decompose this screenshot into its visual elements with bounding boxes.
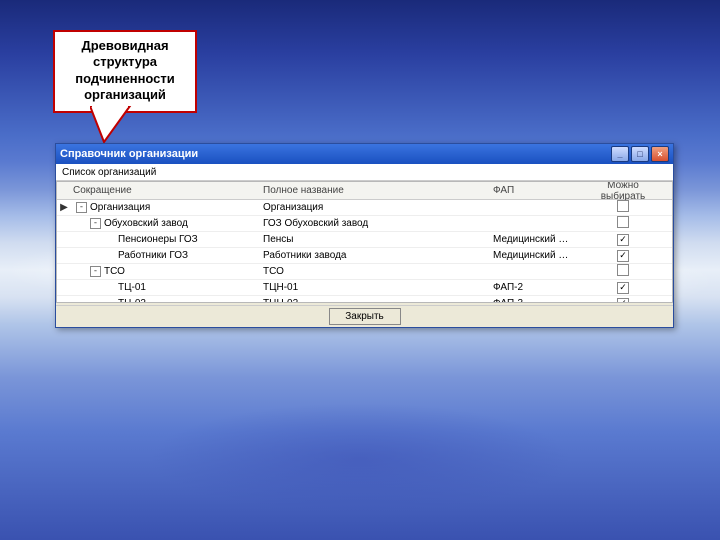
callout-line: организаций [84,87,166,102]
cell-short: ТСО [104,266,125,277]
selectable-checkbox[interactable]: ✓ [617,234,629,246]
cell-fap: Медицинский … [493,250,588,261]
selectable-checkbox[interactable]: ✓ [617,298,629,304]
col-header-check[interactable]: Можно выбирать [588,181,658,202]
cell-short: Работники ГОЗ [118,250,188,261]
cell-fap: ФАП-2 [493,282,588,293]
cell-short: ТЦ-02 [118,298,146,303]
close-button[interactable]: Закрыть [329,308,401,325]
org-reference-window: Справочник организации _ □ × Список орга… [55,143,674,328]
window-title: Справочник организации [60,148,611,160]
tree-expander[interactable]: - [90,266,101,277]
callout-line: Древовидная [81,38,168,53]
cell-full: ТЦН-01 [263,282,493,293]
cell-full: Пенсы [263,234,493,245]
minimize-button[interactable]: _ [611,146,629,162]
cell-full: ГОЗ Обуховский завод [263,218,493,229]
selectable-checkbox[interactable] [617,216,629,228]
table-row[interactable]: ТЦ-02 ТЦН-02ФАП-3 ✓ [57,296,672,303]
selectable-checkbox[interactable] [617,264,629,276]
cell-full: Работники завода [263,250,493,261]
callout-box: Древовидная структура подчиненности орга… [53,30,197,113]
col-header-short[interactable]: Сокращение [71,185,263,196]
selectable-checkbox[interactable] [617,200,629,212]
list-label: Список организаций [56,164,673,181]
tree-expander[interactable]: - [90,218,101,229]
table-row[interactable]: Работники ГОЗ Работники заводаМедицинский… [57,248,672,264]
close-window-button[interactable]: × [651,146,669,162]
table-row[interactable]: -ТСОТСО [57,264,672,280]
table-row[interactable]: Пенсионеры ГОЗ ПенсыМедицинский … ✓ [57,232,672,248]
selectable-checkbox[interactable]: ✓ [617,250,629,262]
maximize-button[interactable]: □ [631,146,649,162]
footer-bar: Закрыть [56,305,673,327]
table-row[interactable]: ▶-ОрганизацияОрганизация [57,200,672,216]
cell-full: ТЦН-02 [263,298,493,303]
callout-line: подчиненности [75,71,175,86]
cell-short: Обуховский завод [104,218,188,229]
cell-short: Пенсионеры ГОЗ [118,234,198,245]
col-header-full[interactable]: Полное название [263,185,493,196]
table-row[interactable]: -Обуховский завод ГОЗ Обуховский завод [57,216,672,232]
tree-expander[interactable]: - [76,202,87,213]
table-row[interactable]: ТЦ-01 ТЦН-01ФАП-2 ✓ [57,280,672,296]
org-grid: Сокращение Полное название ФАП Можно выб… [56,181,673,303]
cell-short: ТЦ-01 [118,282,146,293]
row-marker: ▶ [57,202,71,213]
titlebar[interactable]: Справочник организации _ □ × [56,144,673,164]
cell-short: Организация [90,202,150,213]
grid-header: Сокращение Полное название ФАП Можно выб… [57,182,672,200]
cell-fap: ФАП-3 [493,298,588,303]
callout-line: структура [93,54,157,69]
cell-full: ТСО [263,266,493,277]
cell-fap: Медицинский … [493,234,588,245]
selectable-checkbox[interactable]: ✓ [617,282,629,294]
col-header-fap[interactable]: ФАП [493,185,588,196]
cell-full: Организация [263,202,493,213]
